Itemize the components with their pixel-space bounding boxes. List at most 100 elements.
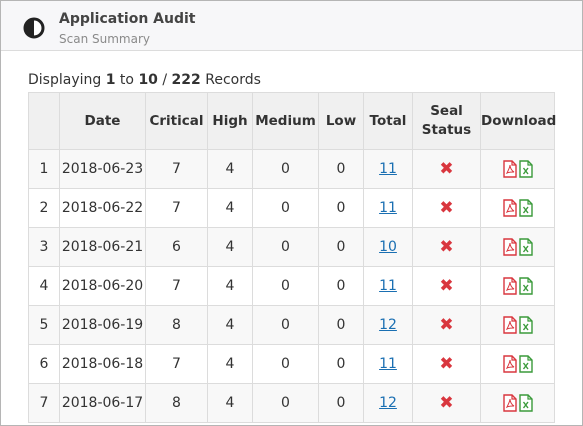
column-header-download: Download: [480, 92, 556, 150]
download-pdf-button[interactable]: [502, 355, 517, 373]
row-index: 7: [28, 383, 60, 423]
records-to: 10: [138, 72, 158, 88]
row-total-cell: 11: [363, 149, 413, 189]
table-row: 1 2018-06-23 7 4 0 0 11 ✖: [28, 149, 555, 189]
row-low: 0: [318, 227, 364, 267]
row-medium: 0: [252, 188, 319, 228]
row-critical: 7: [145, 149, 208, 189]
row-seal-status: ✖: [412, 305, 481, 345]
records-prefix: Displaying: [28, 72, 102, 88]
row-high: 4: [207, 344, 253, 384]
column-header-critical[interactable]: Critical: [145, 92, 208, 150]
fail-x-icon: ✖: [439, 236, 454, 257]
page-title: Application Audit: [59, 11, 196, 27]
row-medium: 0: [252, 305, 319, 345]
row-total-cell: 11: [363, 188, 413, 228]
column-header-low[interactable]: Low: [318, 92, 364, 150]
fail-x-icon: ✖: [439, 353, 454, 374]
row-high: 4: [207, 383, 253, 423]
download-pdf-button[interactable]: [502, 238, 517, 256]
table-row: 4 2018-06-20 7 4 0 0 11 ✖: [28, 266, 555, 306]
download-excel-button[interactable]: [518, 277, 533, 295]
row-high: 4: [207, 149, 253, 189]
row-download: [480, 149, 555, 189]
row-total-link[interactable]: 11: [379, 161, 397, 177]
panel-header: Application Audit Scan Summary: [1, 1, 582, 51]
column-header-medium[interactable]: Medium: [252, 92, 319, 150]
excel-icon: [518, 238, 533, 256]
download-excel-button[interactable]: [518, 316, 533, 334]
row-date: 2018-06-21: [59, 227, 146, 267]
excel-icon: [518, 394, 533, 412]
download-excel-button[interactable]: [518, 238, 533, 256]
row-download: [480, 383, 555, 423]
row-critical: 8: [145, 383, 208, 423]
row-medium: 0: [252, 266, 319, 306]
column-header-high[interactable]: High: [207, 92, 253, 150]
row-medium: 0: [252, 344, 319, 384]
excel-icon: [518, 160, 533, 178]
row-total-link[interactable]: 11: [379, 356, 397, 372]
row-download: [480, 344, 555, 384]
download-excel-button[interactable]: [518, 394, 533, 412]
download-pdf-button[interactable]: [502, 199, 517, 217]
table-header-row: Date Critical High Medium Low Total Seal…: [28, 92, 556, 150]
row-download: [480, 266, 555, 306]
row-total-link[interactable]: 12: [379, 317, 397, 333]
row-date: 2018-06-17: [59, 383, 146, 423]
row-medium: 0: [252, 149, 319, 189]
row-medium: 0: [252, 383, 319, 423]
pdf-icon: [502, 316, 517, 334]
row-high: 4: [207, 305, 253, 345]
pdf-icon: [502, 355, 517, 373]
row-critical: 8: [145, 305, 208, 345]
records-from: 1: [105, 72, 116, 88]
pdf-icon: [502, 277, 517, 295]
pdf-icon: [502, 394, 517, 412]
row-total-cell: 11: [363, 344, 413, 384]
download-excel-button[interactable]: [518, 355, 533, 373]
excel-icon: [518, 199, 533, 217]
fail-x-icon: ✖: [439, 392, 454, 413]
download-pdf-button[interactable]: [502, 316, 517, 334]
pdf-icon: [502, 238, 517, 256]
row-medium: 0: [252, 227, 319, 267]
row-seal-status: ✖: [412, 344, 481, 384]
column-header-total[interactable]: Total: [363, 92, 413, 150]
row-critical: 6: [145, 227, 208, 267]
download-pdf-button[interactable]: [502, 160, 517, 178]
row-low: 0: [318, 188, 364, 228]
column-header-date[interactable]: Date: [59, 92, 146, 150]
records-total: 222: [171, 72, 201, 88]
row-critical: 7: [145, 266, 208, 306]
column-header-seal-status[interactable]: Seal Status: [412, 92, 481, 150]
download-excel-button[interactable]: [518, 199, 533, 217]
table-row: 7 2018-06-17 8 4 0 0 12 ✖: [28, 383, 555, 423]
row-index: 5: [28, 305, 60, 345]
row-critical: 7: [145, 344, 208, 384]
row-index: 3: [28, 227, 60, 267]
row-total-cell: 12: [363, 383, 413, 423]
fail-x-icon: ✖: [439, 275, 454, 296]
row-total-link[interactable]: 12: [379, 395, 397, 411]
row-total-link[interactable]: 10: [379, 239, 397, 255]
row-download: [480, 188, 555, 228]
download-excel-button[interactable]: [518, 160, 533, 178]
row-seal-status: ✖: [412, 188, 481, 228]
download-pdf-button[interactable]: [502, 394, 517, 412]
records-to-word: to: [119, 72, 134, 88]
row-index: 1: [28, 149, 60, 189]
row-download: [480, 305, 555, 345]
row-date: 2018-06-20: [59, 266, 146, 306]
row-seal-status: ✖: [412, 266, 481, 306]
row-seal-status: ✖: [412, 149, 481, 189]
row-date: 2018-06-19: [59, 305, 146, 345]
excel-icon: [518, 277, 533, 295]
row-total-link[interactable]: 11: [379, 200, 397, 216]
download-pdf-button[interactable]: [502, 277, 517, 295]
row-seal-status: ✖: [412, 227, 481, 267]
row-index: 2: [28, 188, 60, 228]
column-header-index: [28, 92, 60, 150]
row-total-link[interactable]: 11: [379, 278, 397, 294]
row-total-cell: 11: [363, 266, 413, 306]
